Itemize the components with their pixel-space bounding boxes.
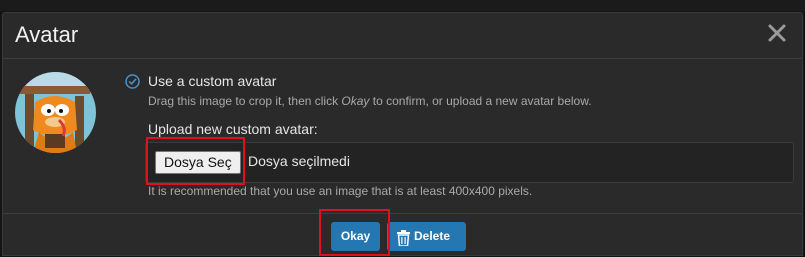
upload-label: Upload new custom avatar: bbox=[148, 121, 318, 137]
dialog-title: Avatar bbox=[15, 22, 79, 47]
close-icon[interactable] bbox=[766, 22, 788, 44]
use-custom-avatar-label[interactable]: Use a custom avatar bbox=[148, 73, 276, 89]
okay-emphasis: Okay bbox=[341, 94, 370, 108]
choose-file-button[interactable]: Dosya Seç bbox=[155, 151, 241, 174]
delete-button[interactable]: Delete bbox=[387, 222, 466, 251]
dialog-header: Avatar bbox=[3, 13, 802, 59]
trash-icon bbox=[397, 228, 410, 247]
dialog-footer: Okay Delete bbox=[3, 213, 802, 257]
radio-checked-icon[interactable] bbox=[125, 74, 140, 89]
okay-button[interactable]: Okay bbox=[331, 222, 380, 251]
delete-label: Delete bbox=[414, 229, 451, 243]
avatar-dialog: Avatar Use a custom avatar Drag this ima… bbox=[2, 12, 803, 256]
page-background bbox=[0, 0, 805, 11]
file-input[interactable]: Dosya Seç Dosya seçilmedi bbox=[145, 142, 794, 183]
avatar-preview[interactable] bbox=[15, 72, 96, 153]
crop-instructions: Drag this image to crop it, then click O… bbox=[148, 94, 592, 108]
file-status-text: Dosya seçilmedi bbox=[248, 153, 350, 169]
size-hint: It is recommended that you use an image … bbox=[148, 184, 533, 198]
